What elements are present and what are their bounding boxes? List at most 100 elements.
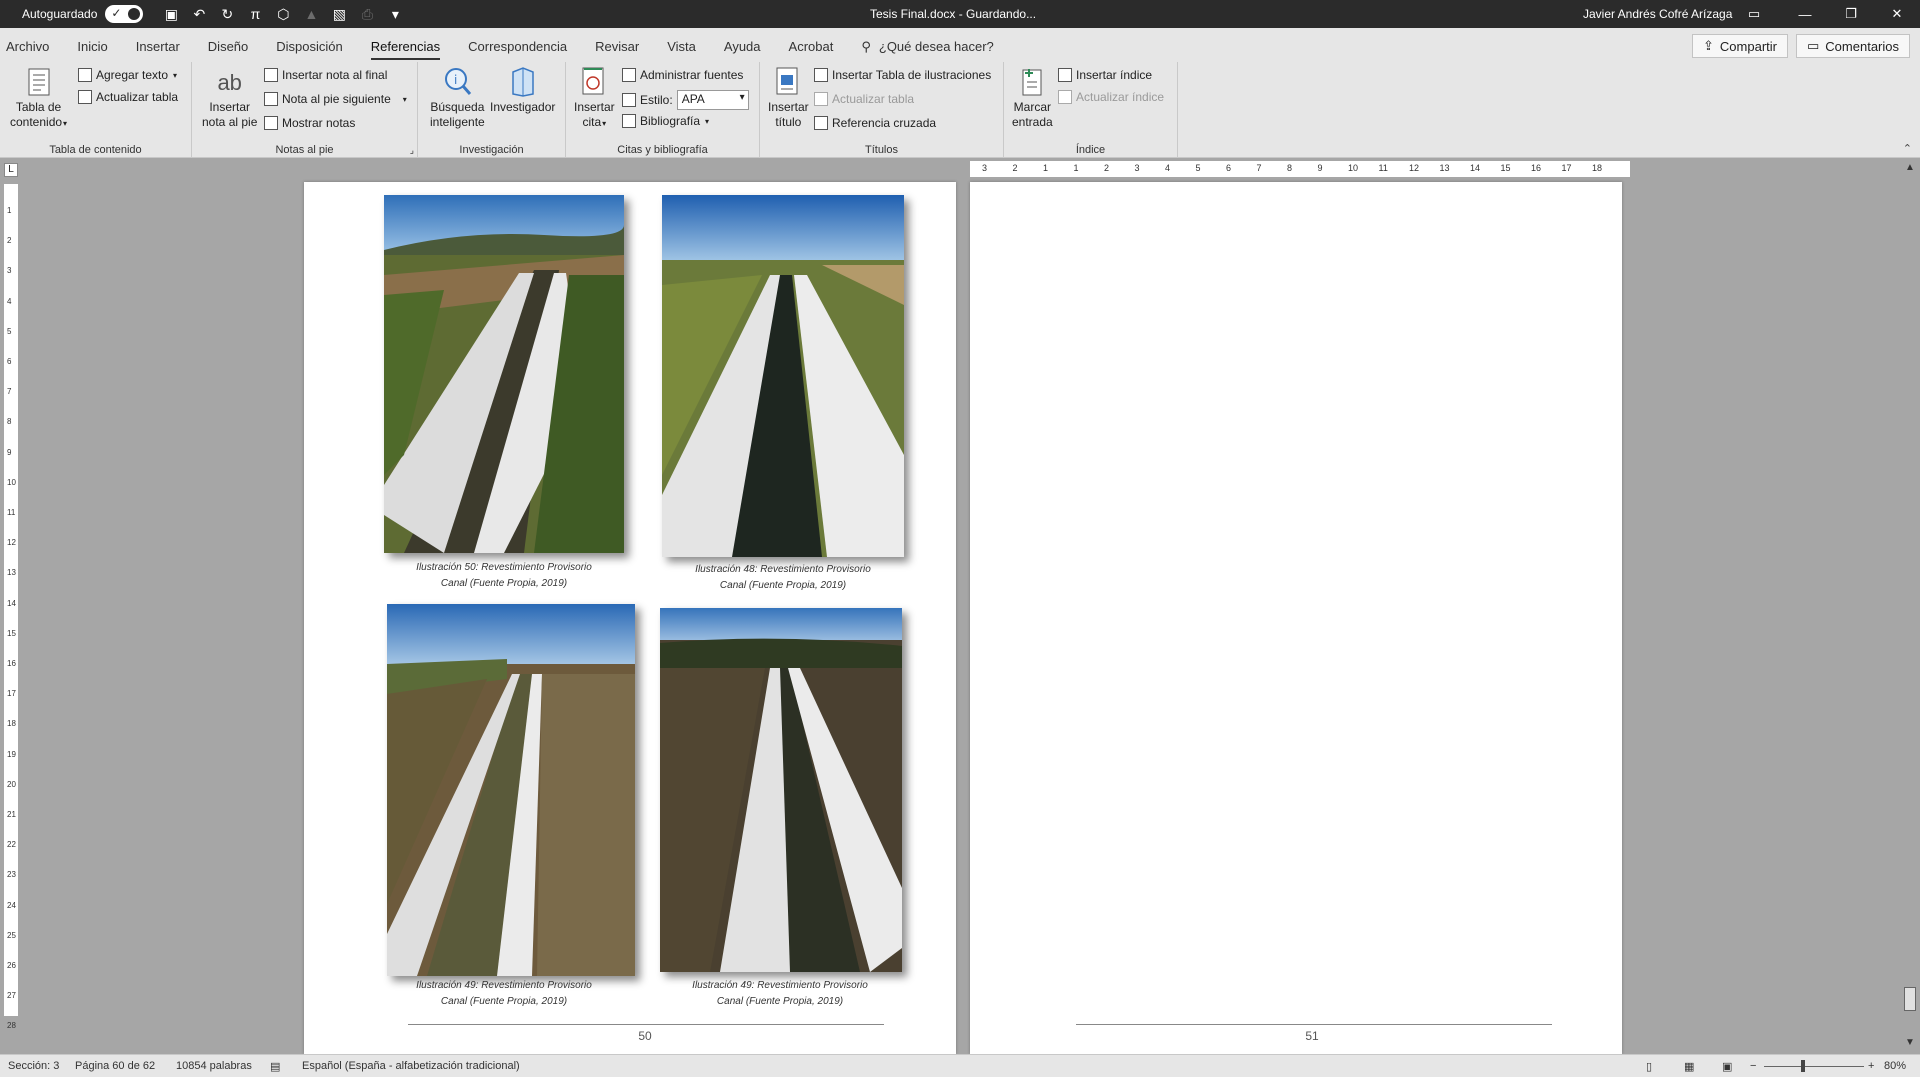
- tab-inicio[interactable]: Inicio: [63, 28, 121, 66]
- illustration-49-photo-a[interactable]: [387, 604, 635, 976]
- update-table-button[interactable]: Actualizar tabla: [78, 90, 178, 104]
- tab-ayuda[interactable]: Ayuda: [710, 28, 775, 66]
- redo-icon[interactable]: ↻: [215, 3, 239, 25]
- zoom-slider[interactable]: [1764, 1066, 1864, 1067]
- web-layout-icon[interactable]: ▣: [1722, 1060, 1732, 1073]
- scroll-thumb[interactable]: [1904, 987, 1916, 1011]
- tab-acrobat[interactable]: Acrobat: [775, 28, 848, 66]
- autosave-control[interactable]: Autoguardado: [22, 5, 144, 23]
- caption-label-2: título: [775, 115, 802, 129]
- page-indicator[interactable]: Página 60 de 62: [75, 1060, 155, 1072]
- citation-style-select[interactable]: APA: [676, 90, 749, 110]
- zoom-out-icon[interactable]: −: [1750, 1060, 1756, 1072]
- ruler-mark: 18: [7, 719, 16, 729]
- user-name[interactable]: Javier Andrés Cofré Arízaga: [1583, 0, 1732, 28]
- word-count[interactable]: 10854 palabras: [176, 1060, 252, 1072]
- tab-archivo[interactable]: Archivo: [0, 28, 63, 66]
- minimize-icon[interactable]: —: [1782, 0, 1828, 28]
- vertical-scrollbar[interactable]: ▲ ▼: [1900, 159, 1920, 1054]
- citation-style-control: Estilo: APA: [622, 90, 749, 110]
- mark-entry-button[interactable]: Marcar entrada: [1012, 66, 1053, 130]
- ruler-mark: 5: [7, 326, 12, 336]
- share-button[interactable]: ⇪ Compartir: [1692, 34, 1788, 58]
- ruler-mark: 24: [7, 900, 16, 910]
- tab-diseno[interactable]: Diseño: [194, 28, 262, 66]
- page-51[interactable]: 51: [970, 182, 1622, 1054]
- status-bar: Sección: 3 Página 60 de 62 10854 palabra…: [0, 1054, 1920, 1077]
- ruler-mark: 14: [1470, 163, 1481, 173]
- footer-divider: [1076, 1024, 1552, 1025]
- customize-qat-icon[interactable]: ▾: [383, 3, 407, 25]
- save-icon[interactable]: ▣: [159, 3, 183, 25]
- show-notes-button[interactable]: Mostrar notas: [264, 116, 355, 130]
- print-layout-icon[interactable]: ▦: [1684, 1060, 1694, 1073]
- insert-citation-button[interactable]: Insertar cita▾: [574, 66, 615, 131]
- ribbon-display-icon[interactable]: ▭: [1726, 0, 1782, 28]
- section-indicator[interactable]: Sección: 3: [8, 1060, 59, 1072]
- table-of-figures-icon: [814, 68, 828, 82]
- print-icon[interactable]: ⎙: [355, 3, 379, 25]
- illustration-50-photo[interactable]: [384, 195, 624, 553]
- autosave-toggle[interactable]: [105, 5, 144, 23]
- language-indicator[interactable]: Español (España - alfabetización tradici…: [302, 1060, 520, 1072]
- close-icon[interactable]: ✕: [1874, 0, 1920, 28]
- page-50[interactable]: Ilustración 50: Revestimiento Provisorio…: [304, 182, 956, 1054]
- highlight-icon[interactable]: ▲: [299, 3, 323, 25]
- restore-icon[interactable]: ❐: [1828, 0, 1874, 28]
- cross-reference-button[interactable]: Referencia cruzada: [814, 116, 936, 130]
- scroll-down-icon[interactable]: ▼: [1903, 1037, 1917, 1051]
- group-index: Marcar entrada Insertar índice Actualiza…: [1004, 62, 1178, 158]
- tab-referencias[interactable]: Referencias: [357, 28, 454, 66]
- insert-endnote-button[interactable]: Insertar nota al final: [264, 68, 387, 82]
- next-footnote-button[interactable]: Nota al pie siguiente ▾: [264, 92, 407, 106]
- illustration-48-photo[interactable]: [662, 195, 904, 557]
- ruler-mark: 3: [7, 266, 12, 276]
- dialog-launcher-icon[interactable]: ⌟: [410, 145, 414, 156]
- caption-line: Ilustración 49: Revestimiento Provisorio: [692, 980, 868, 991]
- share-icon: ⇪: [1703, 38, 1714, 53]
- tell-me-placeholder: ¿Qué desea hacer?: [878, 39, 994, 54]
- group-citations: Insertar cita▾ Administrar fuentes Estil…: [566, 62, 760, 158]
- tab-revisar[interactable]: Revisar: [581, 28, 653, 66]
- group-label-footnotes: Notas al pie: [275, 144, 334, 156]
- zoom-level[interactable]: 80%: [1884, 1060, 1906, 1072]
- zoom-slider-thumb[interactable]: [1801, 1060, 1805, 1072]
- insert-index-icon: [1058, 68, 1072, 82]
- tab-vista[interactable]: Vista: [653, 28, 710, 66]
- paragraph-mark-icon[interactable]: π: [243, 3, 267, 25]
- endnote-icon: [264, 68, 278, 82]
- insert-footnote-button[interactable]: ab Insertar nota al pie: [202, 66, 257, 130]
- illustration-49-photo-b[interactable]: [660, 608, 902, 972]
- bibliography-button[interactable]: Bibliografía ▾: [622, 114, 709, 128]
- undo-icon[interactable]: ↶: [187, 3, 211, 25]
- proofing-icon[interactable]: ▤: [270, 1060, 280, 1073]
- add-text-button[interactable]: Agregar texto ▾: [78, 68, 177, 82]
- table-of-contents-button[interactable]: Tabla de contenido▾: [10, 66, 67, 131]
- insert-index-button[interactable]: Insertar índice: [1058, 68, 1152, 82]
- update-figures-table-button[interactable]: Actualizar tabla: [814, 92, 914, 106]
- tell-me-search[interactable]: ⚲ ¿Qué desea hacer?: [847, 28, 1007, 66]
- vertical-ruler[interactable]: 1 2 3 4 5 6 7 8 9 10 11 12 13 14 15 16 17 18 19 20 21 22 23 24 2…: [4, 184, 18, 1030]
- tab-insertar[interactable]: Insertar: [122, 28, 194, 66]
- shapes-icon[interactable]: ⬡: [271, 3, 295, 25]
- smart-lookup-label-1: Búsqueda: [430, 100, 485, 114]
- collapse-ribbon-icon[interactable]: ⌃: [1903, 142, 1912, 155]
- tab-disposicion[interactable]: Disposición: [262, 28, 356, 66]
- update-index-button[interactable]: Actualizar índice: [1058, 90, 1164, 104]
- insert-caption-button[interactable]: Insertar título: [768, 66, 809, 130]
- mark-entry-label-2: entrada: [1012, 115, 1053, 129]
- horizontal-ruler[interactable]: 3 2 1 1 2 3 4 5 6 7 8 9 10 11 12 13 14 15 16 17 18: [970, 161, 1630, 177]
- zoom-in-icon[interactable]: +: [1868, 1060, 1874, 1072]
- comments-button[interactable]: ▭ Comentarios: [1796, 34, 1910, 58]
- smart-lookup-button[interactable]: i Búsqueda inteligente: [430, 66, 485, 130]
- scroll-up-icon[interactable]: ▲: [1903, 162, 1917, 176]
- tab-selector-icon[interactable]: L: [4, 163, 18, 177]
- insert-table-of-figures-button[interactable]: Insertar Tabla de ilustraciones: [814, 68, 991, 82]
- read-mode-icon[interactable]: ▯: [1646, 1060, 1652, 1073]
- tab-correspondencia[interactable]: Correspondencia: [454, 28, 581, 66]
- ruler-mark: 16: [7, 659, 16, 668]
- ruler-mark: 25: [7, 930, 16, 940]
- manage-sources-button[interactable]: Administrar fuentes: [622, 68, 743, 82]
- researcher-button[interactable]: Investigador: [490, 66, 555, 115]
- picture-icon[interactable]: ▧: [327, 3, 351, 25]
